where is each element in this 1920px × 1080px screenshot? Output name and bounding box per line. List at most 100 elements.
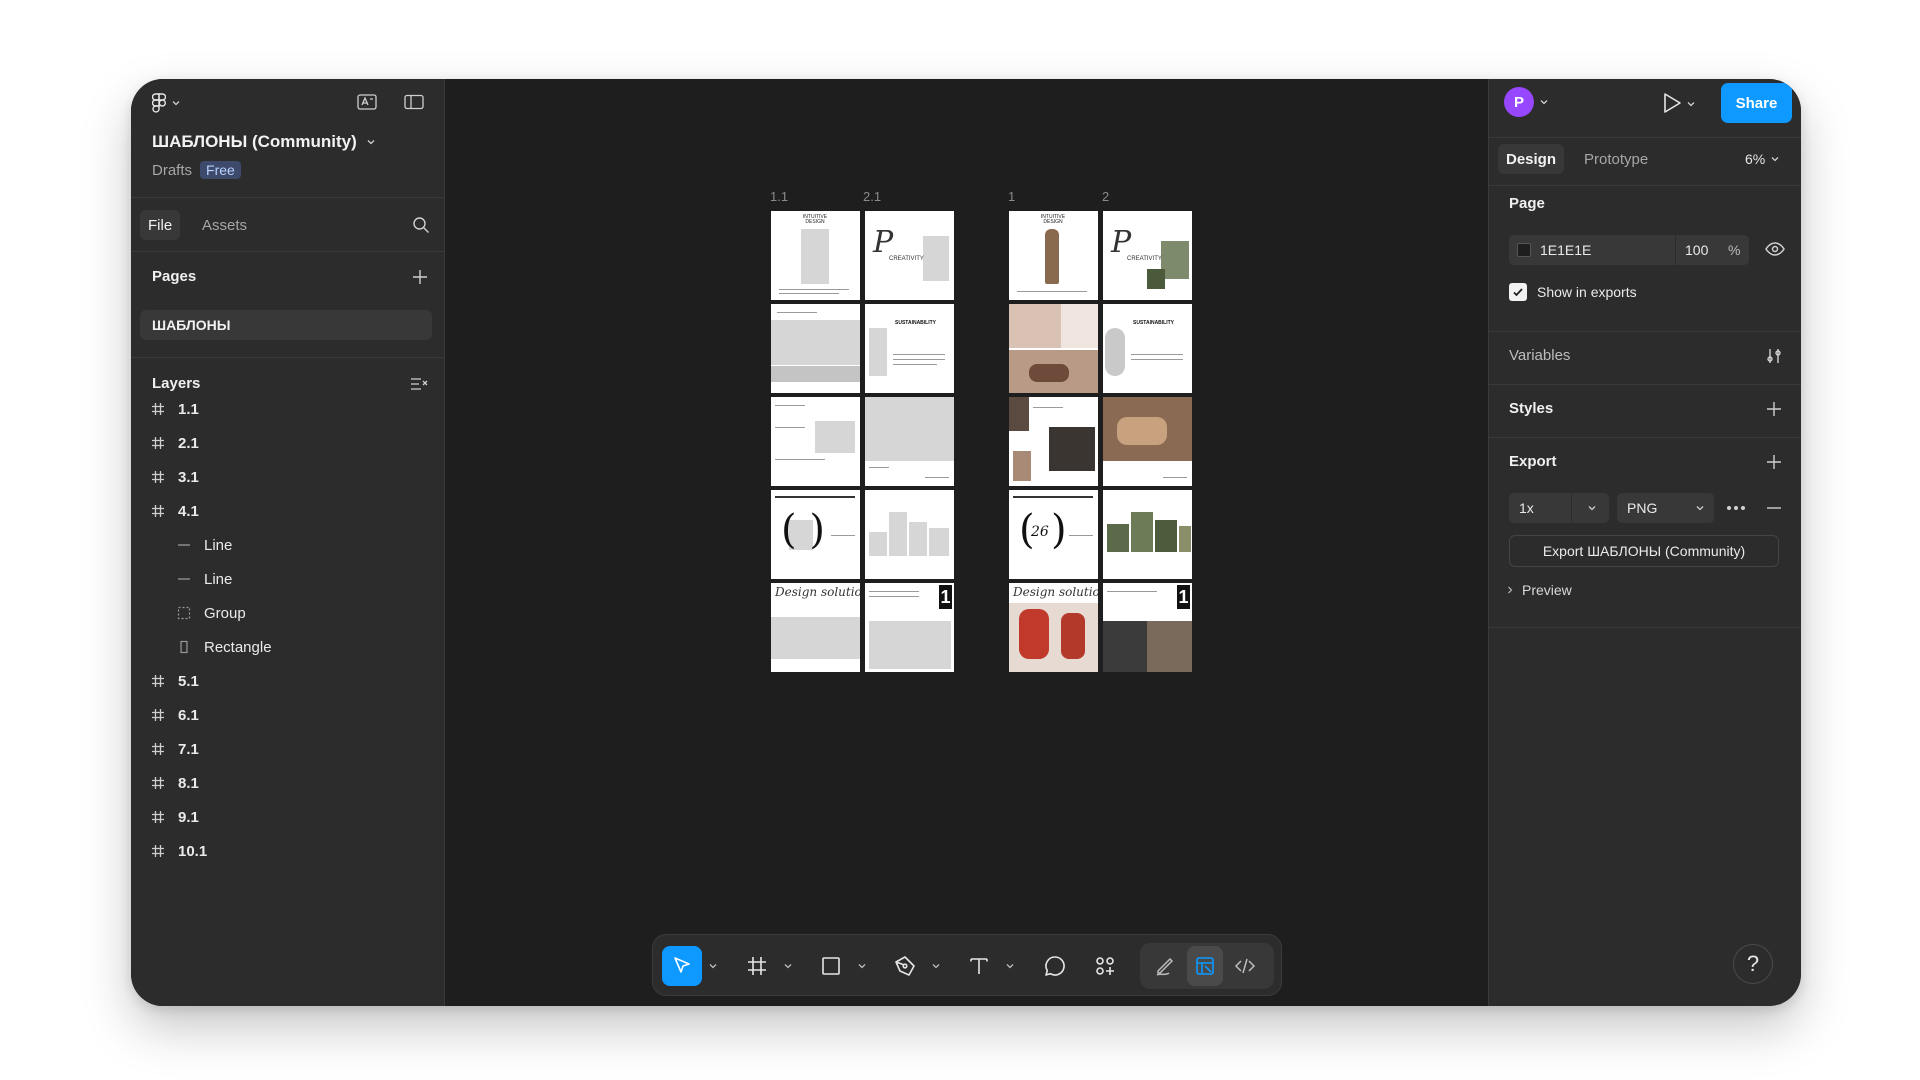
file-location[interactable]: Drafts xyxy=(152,162,192,179)
text-tool-button[interactable] xyxy=(961,946,997,986)
tab-file[interactable]: File xyxy=(140,210,181,240)
dev-mode-button[interactable] xyxy=(1227,946,1263,986)
code-icon xyxy=(1234,955,1256,977)
frame-thumbnail[interactable]: ( 26 ) xyxy=(1009,490,1098,579)
thumb-title: SUSTAINABILITY xyxy=(1133,320,1175,326)
frame-thumbnail[interactable] xyxy=(771,397,860,486)
export-format-value: PNG xyxy=(1627,500,1658,516)
draw-icon xyxy=(1154,955,1176,977)
page-fill-field[interactable]: 1E1E1E 100 % xyxy=(1509,235,1749,265)
rectangle-icon xyxy=(820,955,842,977)
cursor-icon xyxy=(671,955,693,977)
variables-title: Variables xyxy=(1509,347,1571,364)
frame-thumbnail[interactable]: ( ) xyxy=(771,490,860,579)
frame-thumbnail[interactable]: INTUITIVE DESIGN xyxy=(771,211,860,300)
font-icon[interactable] xyxy=(357,93,377,111)
line-icon xyxy=(176,571,192,587)
frame-thumbnail[interactable]: 1 xyxy=(865,583,954,672)
search-icon[interactable] xyxy=(412,216,430,234)
pages-header: Pages xyxy=(152,268,197,285)
chevron-down-icon[interactable] xyxy=(1687,100,1695,108)
show-in-exports-toggle[interactable]: Show in exports xyxy=(1509,283,1637,301)
layer-label: 7.1 xyxy=(178,740,199,758)
tab-assets[interactable]: Assets xyxy=(202,210,247,240)
frame-tool-button[interactable] xyxy=(739,946,775,986)
layer-label: 2.1 xyxy=(178,434,199,452)
frame-thumbnail[interactable]: Design solutions xyxy=(1009,583,1098,672)
variables-settings-icon[interactable] xyxy=(1765,347,1783,365)
frame-thumbnail[interactable] xyxy=(1103,490,1192,579)
chevron-down-icon[interactable] xyxy=(708,961,718,971)
move-tool-button[interactable] xyxy=(662,946,702,986)
file-name: ШАБЛОНЫ (Community) xyxy=(152,132,357,151)
chevron-down-icon[interactable] xyxy=(931,961,941,971)
export-scale-select[interactable]: 1x xyxy=(1509,493,1609,523)
comment-tool-button[interactable] xyxy=(1037,946,1073,986)
play-icon[interactable] xyxy=(1662,92,1682,114)
frame-thumbnail[interactable] xyxy=(865,397,954,486)
frame-icon xyxy=(150,707,166,723)
share-button[interactable]: Share xyxy=(1721,83,1792,123)
export-scale-value: 1x xyxy=(1519,500,1534,516)
actions-tool-button[interactable] xyxy=(1087,946,1123,986)
chevron-down-icon xyxy=(367,138,375,146)
frame-thumbnail[interactable]: INTUITIVE DESIGN xyxy=(1009,211,1098,300)
export-format-select[interactable]: PNG xyxy=(1617,493,1714,523)
export-title: Export xyxy=(1509,453,1557,470)
frame-thumbnail[interactable]: SUSTAINABILITY xyxy=(865,304,954,393)
frame-icon xyxy=(150,775,166,791)
frame-thumbnail[interactable]: P CREATIVITY xyxy=(1103,211,1192,300)
tab-prototype[interactable]: Prototype xyxy=(1584,144,1648,174)
zoom-dropdown[interactable]: 6% xyxy=(1745,144,1779,174)
frame-icon xyxy=(150,843,166,859)
page-item-shablony[interactable]: ШАБЛОНЫ xyxy=(140,310,432,340)
add-export-icon[interactable] xyxy=(1766,454,1782,470)
chevron-down-icon[interactable] xyxy=(1005,961,1015,971)
frame-thumbnail[interactable]: 1 xyxy=(1103,583,1192,672)
frame-thumbnail[interactable] xyxy=(771,304,860,393)
frame-thumbnail[interactable] xyxy=(865,490,954,579)
canvas[interactable]: 1.1 2.1 1 2 INTUITIVE DESIGN P CREATIVIT… xyxy=(445,79,1488,1006)
pen-tool-button[interactable] xyxy=(887,946,923,986)
toggle-sidebar-icon[interactable] xyxy=(404,94,424,110)
frame-icon xyxy=(150,469,166,485)
shape-tool-button[interactable] xyxy=(813,946,849,986)
chevron-down-icon[interactable] xyxy=(857,961,867,971)
export-button[interactable]: Export ШАБЛОНЫ (Community) xyxy=(1509,535,1779,567)
design-mode-button[interactable] xyxy=(1187,946,1223,986)
tab-design[interactable]: Design xyxy=(1498,144,1565,174)
pen-icon xyxy=(893,954,917,978)
draw-mode-button[interactable] xyxy=(1147,946,1183,986)
left-sidebar: ШАБЛОНЫ (Community) Drafts Free File Ass… xyxy=(131,79,445,1006)
preview-toggle[interactable]: Preview xyxy=(1506,582,1572,598)
layer-label: Group xyxy=(204,604,246,622)
user-menu-button[interactable]: P xyxy=(1504,87,1548,117)
frame-thumbnail[interactable] xyxy=(1009,397,1098,486)
show-in-exports-label: Show in exports xyxy=(1537,284,1637,300)
frame-icon xyxy=(150,673,166,689)
remove-export-icon[interactable] xyxy=(1766,500,1782,516)
page-color-hex[interactable]: 1E1E1E xyxy=(1540,242,1591,258)
layer-row-frame[interactable]: 10.1 xyxy=(131,830,444,872)
checkbox-checked[interactable] xyxy=(1509,283,1527,301)
color-swatch[interactable] xyxy=(1517,243,1531,257)
eye-icon[interactable] xyxy=(1765,241,1785,257)
main-menu-button[interactable] xyxy=(152,93,180,113)
page-section-title: Page xyxy=(1509,195,1545,212)
page-opacity[interactable]: 100 xyxy=(1685,242,1708,258)
add-page-icon[interactable] xyxy=(412,269,428,285)
frame-thumbnail[interactable]: SUSTAINABILITY xyxy=(1103,304,1192,393)
help-button[interactable]: ? xyxy=(1733,944,1773,984)
add-style-icon[interactable] xyxy=(1766,401,1782,417)
figma-window: ШАБЛОНЫ (Community) Drafts Free File Ass… xyxy=(131,79,1801,1006)
file-name-button[interactable]: ШАБЛОНЫ (Community) xyxy=(152,132,375,152)
frame-thumbnail[interactable] xyxy=(1009,304,1098,393)
thumb-title: Design solutions xyxy=(1013,585,1098,599)
more-options-icon[interactable] xyxy=(1725,501,1747,515)
chevron-down-icon[interactable] xyxy=(783,961,793,971)
frame-thumbnail[interactable] xyxy=(1103,397,1192,486)
frame-thumbnail[interactable]: P CREATIVITY xyxy=(865,211,954,300)
thumb-title: SUSTAINABILITY xyxy=(895,320,937,326)
frame-thumbnail[interactable]: Design solutions xyxy=(771,583,860,672)
layer-label: 1.1 xyxy=(178,400,199,418)
